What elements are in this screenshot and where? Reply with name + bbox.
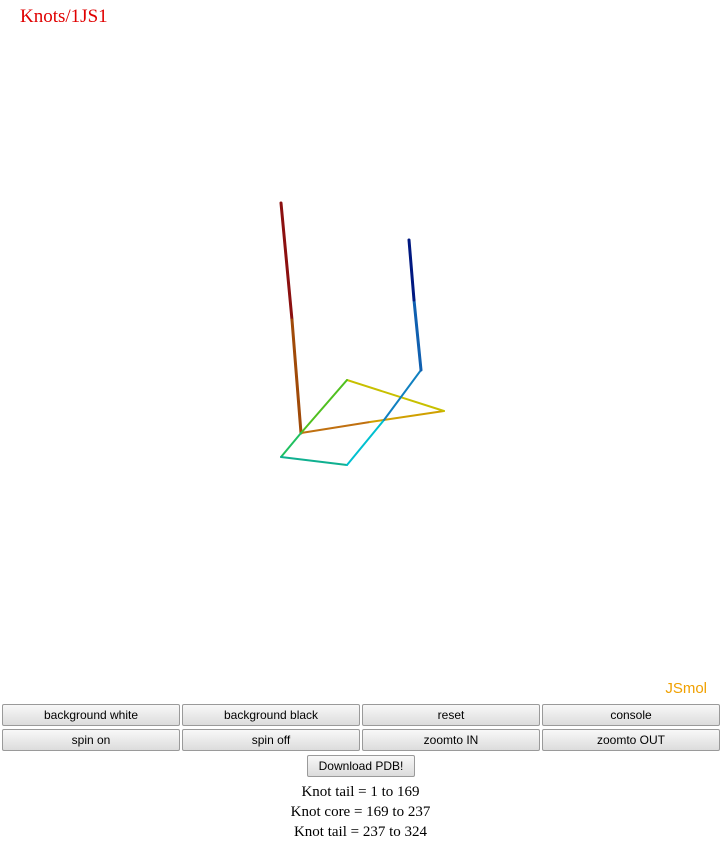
background-white-button[interactable]: background white [2,704,180,726]
control-buttons: background white background black reset … [2,704,720,751]
knot-tail-start-text: Knot tail = 1 to 169 [301,784,420,800]
knot-core-segment [346,379,445,412]
knot-core-segment [346,419,385,466]
spin-on-button[interactable]: spin on [2,729,180,751]
knot-tail-segment [412,298,423,372]
knot-core-segment [300,421,371,434]
knot-tail-segment [290,318,303,435]
knot-info: Knot tail = 1 to 169 Knot core = 169 to … [0,782,721,842]
download-pdb-button[interactable]: Download PDB! [307,755,415,777]
page-title: Knots/1JS1 [20,6,108,27]
console-button[interactable]: console [542,704,720,726]
reset-button[interactable]: reset [362,704,540,726]
knot-tail-segment [407,238,416,302]
knot-structure [279,201,445,466]
knot-core-segment [300,379,348,434]
knot-core-segment [280,432,302,458]
knot-core-segment [280,456,348,466]
knot-core-text: Knot core = 169 to 237 [290,804,431,820]
jsmol-logo: JSmol [665,680,707,697]
knot-core-segment [383,369,422,421]
zoomto-in-button[interactable]: zoomto IN [362,729,540,751]
knot-tail-end-text: Knot tail = 237 to 324 [293,824,428,840]
knot-core-segment [369,410,445,423]
knot-tail-segment [279,201,294,322]
background-black-button[interactable]: background black [182,704,360,726]
jsmol-viewer[interactable] [0,30,721,700]
spin-off-button[interactable]: spin off [182,729,360,751]
zoomto-out-button[interactable]: zoomto OUT [542,729,720,751]
